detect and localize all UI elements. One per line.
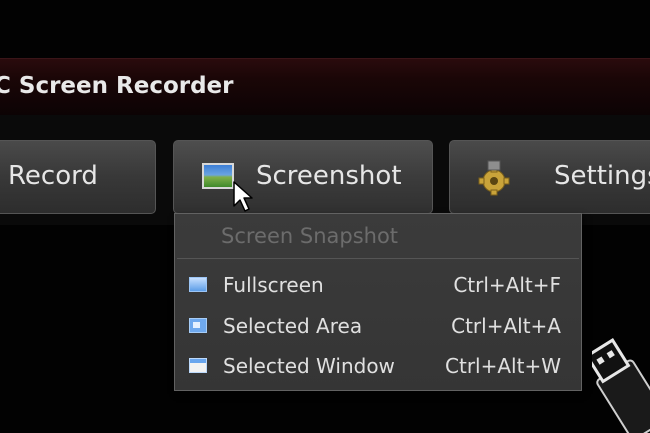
screenshot-button-label: Screenshot [256, 161, 402, 191]
menu-item-shortcut: Ctrl+Alt+F [453, 273, 561, 297]
gear-icon [474, 157, 514, 204]
menu-item-label: Selected Window [223, 354, 395, 378]
menu-item-shortcut: Ctrl+Alt+W [445, 354, 561, 378]
title-bar: C Screen Recorder [0, 58, 650, 116]
mouse-pointer-icon [232, 180, 256, 218]
menu-item-selected-area[interactable]: Selected Area Ctrl+Alt+A [177, 307, 579, 345]
screen-snapshot-menu: Screen Snapshot Fullscreen Ctrl+Alt+F Se… [174, 213, 582, 391]
menu-item-shortcut: Ctrl+Alt+A [451, 314, 561, 338]
menu-separator [177, 258, 579, 259]
window-title: C Screen Recorder [0, 73, 234, 99]
fullscreen-icon [189, 277, 207, 292]
record-button-label: Record [8, 161, 98, 191]
usb-plug-icon [585, 330, 650, 433]
app-window: C Screen Recorder Record Screenshot Sett… [0, 0, 650, 433]
menu-item-fullscreen[interactable]: Fullscreen Ctrl+Alt+F [177, 266, 579, 304]
selected-window-icon [189, 358, 207, 373]
picture-icon [202, 163, 234, 189]
menu-item-label: Selected Area [223, 314, 363, 338]
menu-item-label: Fullscreen [223, 273, 324, 297]
record-button[interactable]: Record [0, 140, 156, 214]
menu-item-selected-window[interactable]: Selected Window Ctrl+Alt+W [177, 347, 579, 385]
menu-header: Screen Snapshot [221, 224, 399, 248]
settings-button[interactable]: Settings [449, 140, 650, 214]
screenshot-button[interactable]: Screenshot [173, 140, 433, 214]
toolbar: Record Screenshot Settings [0, 115, 650, 225]
selected-area-icon [189, 318, 207, 333]
settings-button-label: Settings [554, 161, 650, 191]
